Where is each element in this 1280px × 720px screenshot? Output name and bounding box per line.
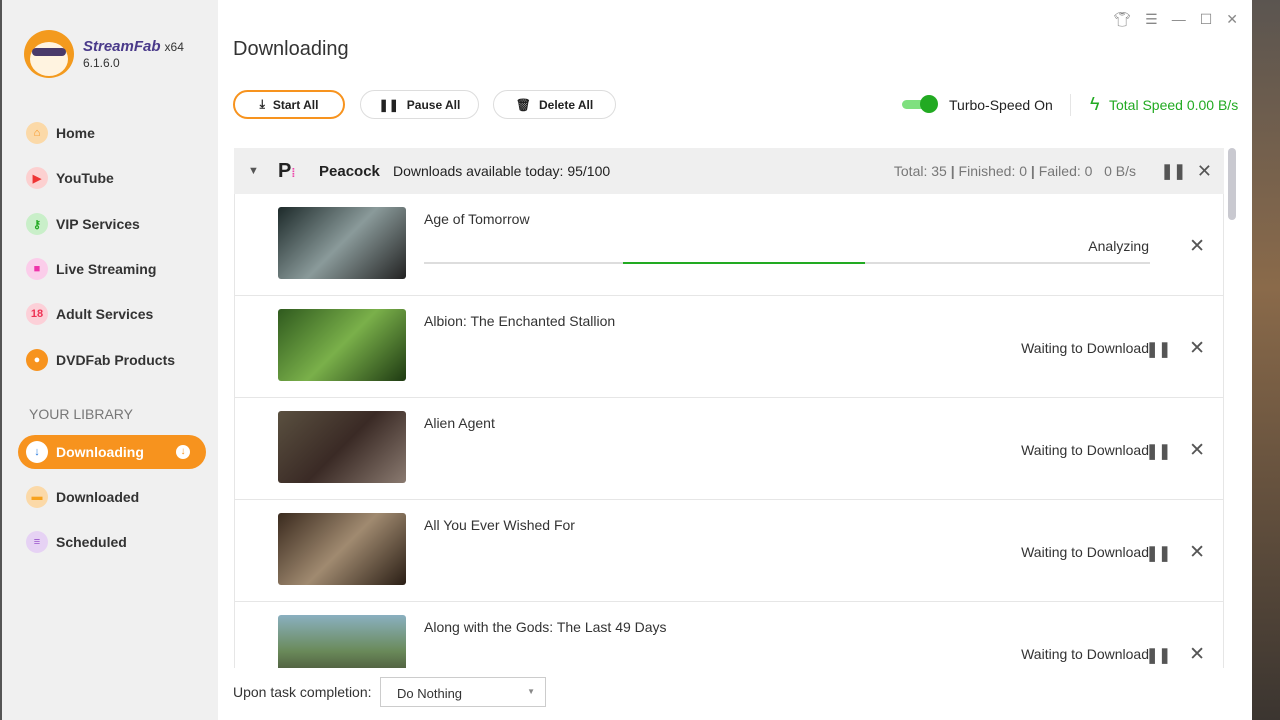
- label: Delete All: [538, 97, 594, 112]
- downloads-available: Downloads available today: 95/100: [393, 163, 611, 179]
- thumbnail: [278, 615, 406, 668]
- item-status: Waiting to Download: [1021, 340, 1149, 356]
- adult-icon: 18: [26, 303, 48, 325]
- delete-item-icon[interactable]: ✕: [1189, 235, 1205, 258]
- thumbnail: [278, 309, 406, 381]
- sidebar-item-downloaded[interactable]: ▬ Downloaded: [18, 480, 206, 514]
- group-header-peacock: ▼ P⁞ Peacock Downloads available today: …: [234, 148, 1224, 194]
- item-title: Age of Tomorrow: [424, 211, 530, 227]
- close-icon[interactable]: ✕: [1226, 11, 1238, 28]
- window-controls: 👕︎ ☰ — ☐ ✕: [1113, 0, 1238, 38]
- service-name: Peacock: [319, 162, 380, 180]
- sidebar: StreamFab x64 6.1.6.0 ⌂ Home ▶ YouTube ⚷ VIP…: [2, 0, 218, 720]
- thumbnail: [278, 411, 406, 483]
- trash-icon: 🗑︎: [515, 97, 531, 112]
- thumbnail: [278, 513, 406, 585]
- total-speed: Total Speed 0.00 B/s: [1109, 97, 1239, 113]
- delete-group-icon[interactable]: ✕: [1197, 161, 1212, 182]
- list-item: All You Ever Wished For Waiting to Downl…: [234, 500, 1224, 602]
- task-completion-label: Upon task completion:: [233, 684, 372, 700]
- label: Home: [56, 125, 95, 141]
- item-status: Waiting to Download: [1021, 544, 1149, 560]
- sidebar-item-adult-services[interactable]: 18 Adult Services: [18, 297, 206, 331]
- pause-all-button[interactable]: ❚❚ Pause All: [360, 90, 479, 119]
- task-completion-select[interactable]: Do Nothing ▼: [380, 677, 546, 707]
- dvdfab-icon: ●: [26, 349, 48, 371]
- streamfab-logo: [24, 30, 74, 78]
- library-heading: YOUR LIBRARY: [29, 406, 133, 422]
- label: Start All: [272, 97, 319, 112]
- item-title: Albion: The Enchanted Stallion: [424, 313, 616, 329]
- app-name: StreamFab x64: [83, 38, 184, 55]
- pause-item-icon[interactable]: ❚❚: [1146, 646, 1171, 664]
- item-status: Waiting to Download: [1021, 442, 1149, 458]
- sidebar-item-home[interactable]: ⌂ Home: [18, 116, 206, 150]
- thumbnail: [278, 207, 406, 279]
- label: Downloaded: [56, 489, 140, 505]
- label: Adult Services: [56, 306, 154, 322]
- chevron-down-icon: ▼: [527, 687, 535, 696]
- lightning-icon: ϟ: [1090, 94, 1100, 114]
- youtube-icon: ▶: [26, 167, 48, 189]
- pause-item-icon[interactable]: ❚❚: [1146, 442, 1171, 460]
- label: Scheduled: [56, 534, 127, 550]
- turbo-speed-label: Turbo-Speed On: [949, 97, 1053, 113]
- maximize-icon[interactable]: ☐: [1200, 11, 1213, 28]
- download-list: ▼ P⁞ Peacock Downloads available today: …: [234, 148, 1224, 668]
- item-title: All You Ever Wished For: [424, 517, 575, 533]
- download-badge-icon: ↓: [176, 445, 190, 459]
- delete-item-icon[interactable]: ✕: [1189, 337, 1205, 360]
- download-icon: ↓: [26, 441, 48, 463]
- label: VIP Services: [56, 216, 140, 232]
- page-title: Downloading: [233, 38, 349, 60]
- divider: [1070, 94, 1071, 116]
- list-item: Alien Agent Waiting to Download ❚❚ ✕: [234, 398, 1224, 500]
- label: YouTube: [56, 170, 114, 186]
- delete-item-icon[interactable]: ✕: [1189, 439, 1205, 462]
- list-item: Age of Tomorrow Analyzing ✕: [234, 194, 1224, 296]
- delete-item-icon[interactable]: ✕: [1189, 643, 1205, 666]
- start-all-button[interactable]: ⤓ Start All: [233, 90, 345, 119]
- item-title: Alien Agent: [424, 415, 495, 431]
- sidebar-item-youtube[interactable]: ▶ YouTube: [18, 161, 206, 195]
- app-window: StreamFab x64 6.1.6.0 ⌂ Home ▶ YouTube ⚷ VIP…: [0, 0, 1252, 720]
- list-icon: ≡: [26, 531, 48, 553]
- download-icon: ⤓: [259, 97, 265, 111]
- collapse-arrow-icon[interactable]: ▼: [248, 165, 259, 177]
- home-icon: ⌂: [26, 122, 48, 144]
- turbo-speed-toggle[interactable]: [902, 95, 938, 113]
- pause-group-icon[interactable]: ❚❚: [1161, 162, 1186, 180]
- peacock-logo-icon: P⁞: [278, 159, 296, 182]
- app-version: 6.1.6.0: [83, 56, 120, 70]
- pause-item-icon[interactable]: ❚❚: [1146, 340, 1171, 358]
- item-status: Waiting to Download: [1021, 646, 1149, 662]
- scrollbar[interactable]: [1228, 148, 1236, 220]
- video-camera-icon: ■: [26, 258, 48, 280]
- minimize-icon[interactable]: —: [1172, 11, 1186, 27]
- sidebar-item-dvdfab-products[interactable]: ● DVDFab Products: [18, 343, 206, 377]
- key-icon: ⚷: [26, 213, 48, 235]
- list-item: Along with the Gods: The Last 49 Days Wa…: [234, 602, 1224, 668]
- delete-all-button[interactable]: 🗑︎ Delete All: [493, 90, 616, 119]
- sidebar-item-scheduled[interactable]: ≡ Scheduled: [18, 525, 206, 559]
- selected-option: Do Nothing: [397, 686, 463, 701]
- menu-icon[interactable]: ☰: [1145, 11, 1158, 28]
- label: Live Streaming: [56, 261, 157, 277]
- sidebar-item-downloading[interactable]: ↓ Downloading ↓: [18, 435, 206, 469]
- label: Pause All: [406, 97, 461, 112]
- pause-item-icon[interactable]: ❚❚: [1146, 544, 1171, 562]
- list-item: Albion: The Enchanted Stallion Waiting t…: [234, 296, 1224, 398]
- item-title: Along with the Gods: The Last 49 Days: [424, 619, 667, 635]
- group-stats: Total: 35 | Finished: 0 | Failed: 0 0 B/…: [893, 163, 1136, 179]
- label: Downloading: [56, 444, 144, 460]
- label: DVDFab Products: [56, 352, 176, 368]
- sidebar-item-vip-services[interactable]: ⚷ VIP Services: [18, 207, 206, 241]
- progress-bar: [424, 262, 1150, 264]
- sidebar-item-live-streaming[interactable]: ■ Live Streaming: [18, 252, 206, 286]
- folder-icon: ▬: [26, 486, 48, 508]
- item-status: Analyzing: [1088, 238, 1149, 254]
- delete-item-icon[interactable]: ✕: [1189, 541, 1205, 564]
- pause-icon: ❚❚: [378, 97, 399, 112]
- skin-icon[interactable]: 👕︎: [1113, 11, 1131, 28]
